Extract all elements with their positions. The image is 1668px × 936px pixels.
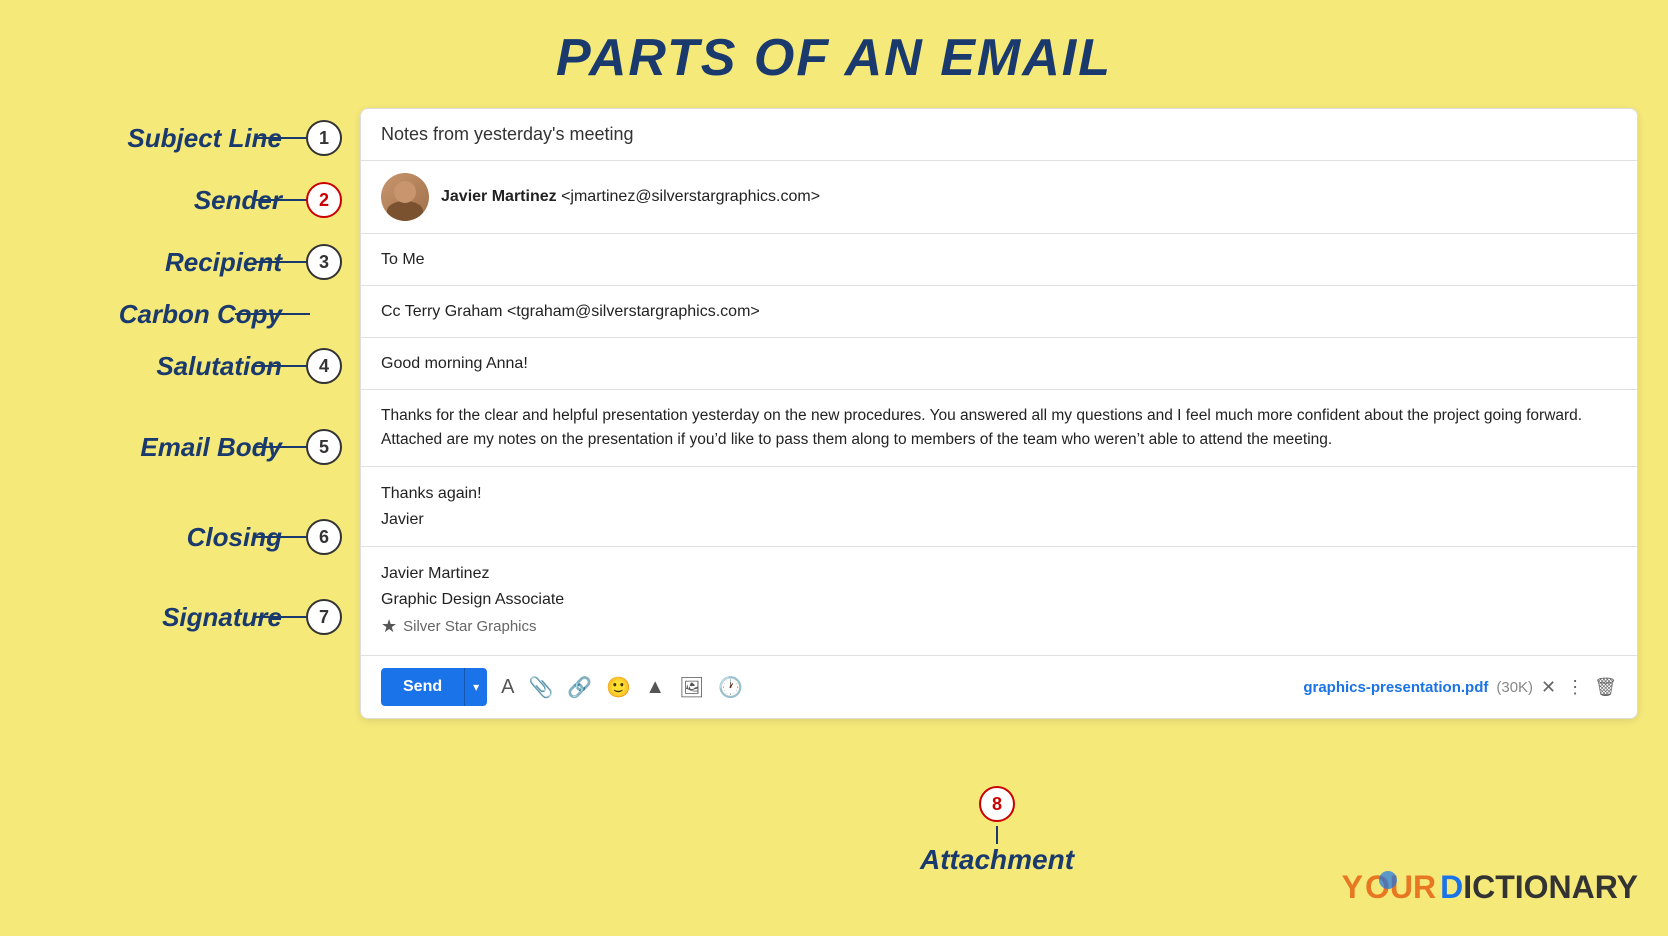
sender-name: Javier Martinez xyxy=(441,188,557,205)
sender-info: Javier Martinez <jmartinez@silverstargra… xyxy=(441,188,820,206)
closing-line2: Javier xyxy=(381,507,1617,533)
badge-1: 1 xyxy=(306,120,342,156)
badge-7: 7 xyxy=(306,599,342,635)
attachment-connector-line xyxy=(996,826,998,844)
photo-icon[interactable]: 🖼 xyxy=(679,675,704,700)
logo-circle xyxy=(1379,871,1397,889)
attachment-more-icon[interactable]: ⋮ xyxy=(1566,677,1584,698)
sig-company: Silver Star Graphics xyxy=(403,615,536,639)
salutation-label-container: Salutation 4 xyxy=(30,340,290,392)
emoji-icon[interactable]: 🙂 xyxy=(606,675,631,700)
sender-email: <jmartinez@silverstargraphics.com> xyxy=(561,188,820,205)
connector-7 xyxy=(255,616,310,618)
cc-text: Cc Terry Graham <tgraham@silverstargraph… xyxy=(381,303,760,321)
yourdictionary-logo: Y OUR DICTIONARY xyxy=(1342,869,1638,906)
subject-row: Notes from yesterday's meeting xyxy=(361,109,1637,161)
send-button[interactable]: Send xyxy=(381,668,464,706)
attach-icon[interactable]: 📎 xyxy=(529,675,554,700)
closing-label-container: Closing 6 xyxy=(30,502,290,572)
closing-line1: Thanks again! xyxy=(381,481,1617,507)
recipient-text: To Me xyxy=(381,251,425,269)
connector-6 xyxy=(255,536,310,538)
font-format-icon[interactable]: A xyxy=(501,676,514,699)
attachment-actions: ✕ ⋮ 🗑 xyxy=(1541,677,1617,698)
badge-5: 5 xyxy=(306,429,342,465)
attachment-filename: graphics-presentation.pdf xyxy=(1303,679,1488,696)
sig-company-container: ★ Silver Star Graphics xyxy=(381,612,1617,641)
attachment-info: graphics-presentation.pdf (30K) ✕ ⋮ 🗑 xyxy=(1303,677,1617,698)
link-icon[interactable]: 🔗 xyxy=(567,675,592,700)
sender-row: Javier Martinez <jmartinez@silverstargra… xyxy=(361,161,1637,234)
sig-title: Graphic Design Associate xyxy=(381,587,1617,613)
signature-row: Javier Martinez Graphic Design Associate… xyxy=(361,547,1637,656)
toolbar-row: Send ▾ A 📎 🔗 🙂 ▲ 🖼 🕐 graphics-presentati… xyxy=(361,656,1637,718)
subject-text: Notes from yesterday's meeting xyxy=(381,124,634,145)
sig-name: Javier Martinez xyxy=(381,561,1617,587)
salutation-row: Good morning Anna! xyxy=(361,338,1637,390)
signature-label-container: Signature 7 xyxy=(30,572,290,662)
connector-cc xyxy=(235,313,310,315)
body-row: Thanks for the clear and helpful present… xyxy=(361,390,1637,467)
subject-line-label-container: Subject Line 1 xyxy=(30,112,290,164)
attachment-size: (30K) xyxy=(1496,679,1533,696)
badge-4: 4 xyxy=(306,348,342,384)
connector-1 xyxy=(255,137,310,139)
drive-icon[interactable]: ▲ xyxy=(645,676,665,699)
send-dropdown-button[interactable]: ▾ xyxy=(464,668,487,706)
recipient-row: To Me xyxy=(361,234,1637,286)
recipient-label-container: Recipient 3 xyxy=(30,236,290,288)
closing-row: Thanks again! Javier xyxy=(361,467,1637,547)
send-button-group[interactable]: Send ▾ xyxy=(381,668,487,706)
cc-row: Cc Terry Graham <tgraham@silverstargraph… xyxy=(361,286,1637,338)
logo-your: Y xyxy=(1342,869,1363,906)
attachment-delete-icon[interactable]: 🗑 xyxy=(1594,677,1617,698)
clock-icon[interactable]: 🕐 xyxy=(718,675,743,700)
logo-our: OUR xyxy=(1365,869,1436,905)
connector-5 xyxy=(255,446,310,448)
carbon-copy-label-container: Carbon Copy xyxy=(30,288,290,340)
email-body-label-container: Email Body 5 xyxy=(30,392,290,502)
attachment-label-text: Attachment xyxy=(920,844,1074,876)
body-text: Thanks for the clear and helpful present… xyxy=(381,407,1582,448)
attachment-label-area: 8 Attachment xyxy=(920,786,1074,876)
labels-column: Subject Line 1 Sender 2 Recipient 3 Carb… xyxy=(30,108,290,662)
logo-dictionary: DICTIONARY xyxy=(1440,869,1638,906)
sender-label-container: Sender 2 xyxy=(30,164,290,236)
avatar xyxy=(381,173,429,221)
page-title: PARTS OF AN EMAIL xyxy=(0,0,1668,108)
connector-3 xyxy=(255,261,310,263)
salutation-text: Good morning Anna! xyxy=(381,355,528,373)
email-panel: Notes from yesterday's meeting Javier Ma… xyxy=(360,108,1638,719)
badge-2: 2 xyxy=(306,182,342,218)
star-icon: ★ xyxy=(381,612,397,641)
badge-3: 3 xyxy=(306,244,342,280)
connector-4 xyxy=(255,365,310,367)
connector-2 xyxy=(255,199,310,201)
badge-6: 6 xyxy=(306,519,342,555)
attachment-close-icon[interactable]: ✕ xyxy=(1541,677,1556,698)
badge-8: 8 xyxy=(979,786,1015,822)
